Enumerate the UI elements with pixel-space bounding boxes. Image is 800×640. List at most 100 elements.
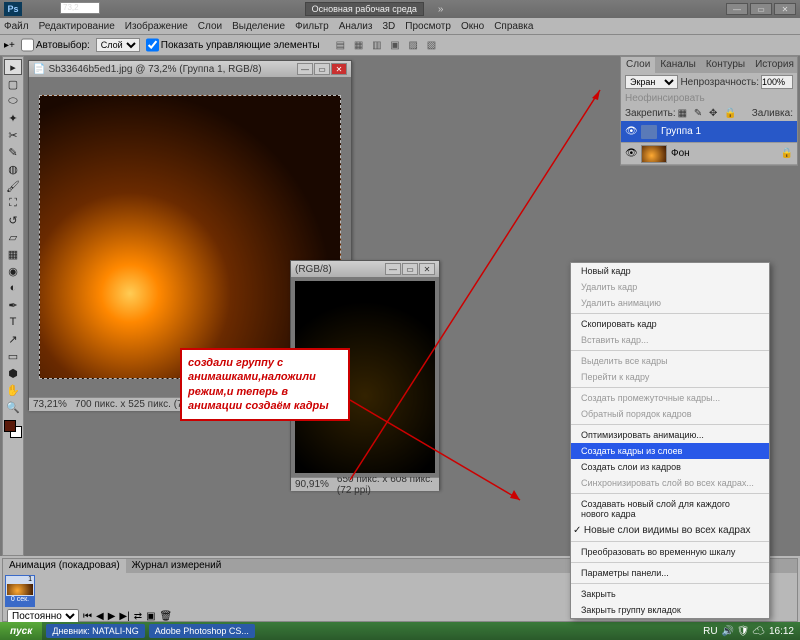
mi-close-group[interactable]: Закрыть группу вкладок <box>571 602 769 618</box>
tab-animation[interactable]: Анимация (покадровая) <box>3 559 126 573</box>
doc2-min[interactable]: — <box>385 263 401 275</box>
wand-tool[interactable]: ✦ <box>4 110 22 126</box>
menu-window[interactable]: Окно <box>461 21 484 32</box>
tab-channels[interactable]: Каналы <box>655 57 701 73</box>
mi-panel-options[interactable]: Параметры панели... <box>571 565 769 581</box>
mi-new-layers-visible[interactable]: ✓ Новые слои видимы во всех кадрах <box>571 522 769 539</box>
autoselect-checkbox[interactable]: Автовыбор: <box>21 38 90 52</box>
first-frame-button[interactable]: ⏮ <box>83 611 92 622</box>
3d-tool[interactable]: ⬢ <box>4 365 22 381</box>
marquee-tool[interactable]: ▢ <box>4 76 22 92</box>
doc1-titlebar[interactable]: 📄 Sb33646b5ed1.jpg @ 73,2% (Группа 1, RG… <box>29 61 351 77</box>
showcontrols-checkbox[interactable]: Показать управляющие элементы <box>146 38 320 52</box>
menu-filter[interactable]: Фильтр <box>295 21 329 32</box>
layer-name[interactable]: Группа 1 <box>661 126 701 137</box>
shape-tool[interactable]: ▭ <box>4 348 22 364</box>
menu-layers[interactable]: Слои <box>198 21 222 32</box>
color-swatches[interactable] <box>4 420 22 438</box>
tab-layers[interactable]: Слои <box>621 57 655 73</box>
history-brush-tool[interactable]: ↺ <box>4 212 22 228</box>
pen-tool[interactable]: ✒ <box>4 297 22 313</box>
menu-3d[interactable]: 3D <box>382 21 395 32</box>
lock-icons[interactable]: ▦ ✎ ✥ 🔒 <box>678 108 739 119</box>
tab-paths[interactable]: Контуры <box>701 57 750 73</box>
layer-name[interactable]: Фон <box>671 148 690 159</box>
layer-background[interactable]: 👁 Фон 🔒 <box>621 143 797 165</box>
tray-icons[interactable]: 🔊 🛡 ☁ <box>722 626 765 637</box>
menu-edit[interactable]: Редактирование <box>39 21 115 32</box>
layer-group-1[interactable]: 👁 Группа 1 <box>621 121 797 143</box>
minimize-button[interactable]: — <box>726 3 748 15</box>
workspace-switcher[interactable]: Основная рабочая среда <box>305 2 424 16</box>
tab-measurement-log[interactable]: Журнал измерений <box>126 559 228 573</box>
doc2-zoom[interactable]: 90,91% <box>295 479 329 490</box>
menu-select[interactable]: Выделение <box>232 21 285 32</box>
dodge-tool[interactable]: ◐ <box>4 280 22 296</box>
path-tool[interactable]: ↗ <box>4 331 22 347</box>
type-tool[interactable]: T <box>4 314 22 330</box>
heal-tool[interactable]: ◍ <box>4 161 22 177</box>
doc2-titlebar[interactable]: (RGB/8) — ▭ ✕ <box>291 261 439 277</box>
frame-duration[interactable]: 0 сек. <box>6 596 34 606</box>
stamp-tool[interactable]: ⛶ <box>4 195 22 211</box>
blend-mode-select[interactable]: Экран <box>625 75 678 89</box>
maximize-button[interactable]: ▭ <box>750 3 772 15</box>
delete-frame-button[interactable]: 🗑 <box>160 611 173 622</box>
brush-tool[interactable]: 🖌 <box>4 178 22 194</box>
prev-frame-button[interactable]: ◀ <box>96 611 104 622</box>
doc1-max[interactable]: ▭ <box>314 63 330 75</box>
autoselect-target[interactable]: Слой <box>96 38 140 52</box>
move-tool-icon: ▸+ <box>4 40 15 51</box>
blur-tool[interactable]: ◉ <box>4 263 22 279</box>
doc2-close[interactable]: ✕ <box>419 263 435 275</box>
start-button[interactable]: пуск <box>0 622 42 640</box>
menu-file[interactable]: Файл <box>4 21 29 32</box>
menu-analysis[interactable]: Анализ <box>339 21 373 32</box>
doc2-max[interactable]: ▭ <box>402 263 418 275</box>
new-frame-button[interactable]: ▣ <box>146 611 155 622</box>
mi-new-layer-per-frame[interactable]: Создавать новый слой для каждого нового … <box>571 496 769 522</box>
zoom-field[interactable]: 73,2 <box>60 2 100 14</box>
opacity-input[interactable] <box>761 75 793 89</box>
tween-button[interactable]: ⇄ <box>134 611 142 622</box>
mi-reverse: Обратный порядок кадров <box>571 406 769 422</box>
zoom-tool[interactable]: 🔍 <box>4 399 22 415</box>
hand-tool[interactable]: ✋ <box>4 382 22 398</box>
lasso-tool[interactable]: ⬭ <box>4 93 22 109</box>
mi-frames-from-layers[interactable]: Создать кадры из слоев <box>571 443 769 459</box>
mi-new-frame[interactable]: Новый кадр <box>571 263 769 279</box>
mi-sync-all: Синхронизировать слой во всех кадрах... <box>571 475 769 491</box>
gradient-tool[interactable]: ▦ <box>4 246 22 262</box>
mi-close[interactable]: Закрыть <box>571 586 769 602</box>
doc1-zoom[interactable]: 73,21% <box>33 399 67 410</box>
play-button[interactable]: ▶ <box>108 611 116 622</box>
mi-to-timeline[interactable]: Преобразовать во временную шкалу <box>571 544 769 560</box>
crop-tool[interactable]: ✂ <box>4 127 22 143</box>
align-icons[interactable]: ▤ ▦ ▥ ▣ ▨ ▧ <box>336 40 440 51</box>
frame-1[interactable]: 1 0 сек. <box>5 575 35 607</box>
next-frame-button[interactable]: ▶| <box>119 611 129 622</box>
mi-optimize-anim[interactable]: Оптимизировать анимацию... <box>571 427 769 443</box>
system-tray[interactable]: RU 🔊 🛡 ☁ 16:12 <box>697 626 800 637</box>
tray-lang[interactable]: RU <box>703 626 717 637</box>
doc1-min[interactable]: — <box>297 63 313 75</box>
task-photoshop[interactable]: Adobe Photoshop CS... <box>149 624 255 638</box>
task-diary[interactable]: Дневник: NATALI-NG <box>46 624 144 638</box>
workspace-more-icon[interactable]: » <box>438 4 444 15</box>
mi-copy-frame[interactable]: Скопировать кадр <box>571 316 769 332</box>
visibility-icon[interactable]: 👁 <box>625 126 637 137</box>
menu-image[interactable]: Изображение <box>125 21 188 32</box>
mi-layers-from-frames[interactable]: Создать слои из кадров <box>571 459 769 475</box>
panel-tabs: Слои Каналы Контуры История Операции <box>621 57 797 73</box>
eyedropper-tool[interactable]: ✎ <box>4 144 22 160</box>
annotation-box: создали группу с анимашками,наложили реж… <box>180 348 350 421</box>
menu-help[interactable]: Справка <box>494 21 533 32</box>
tab-history[interactable]: История <box>750 57 799 73</box>
close-button[interactable]: ✕ <box>774 3 796 15</box>
doc1-close[interactable]: ✕ <box>331 63 347 75</box>
tray-clock[interactable]: 16:12 <box>769 626 794 637</box>
visibility-icon[interactable]: 👁 <box>625 148 637 159</box>
menu-view[interactable]: Просмотр <box>405 21 451 32</box>
move-tool[interactable]: ▸ <box>4 59 22 75</box>
eraser-tool[interactable]: ▱ <box>4 229 22 245</box>
